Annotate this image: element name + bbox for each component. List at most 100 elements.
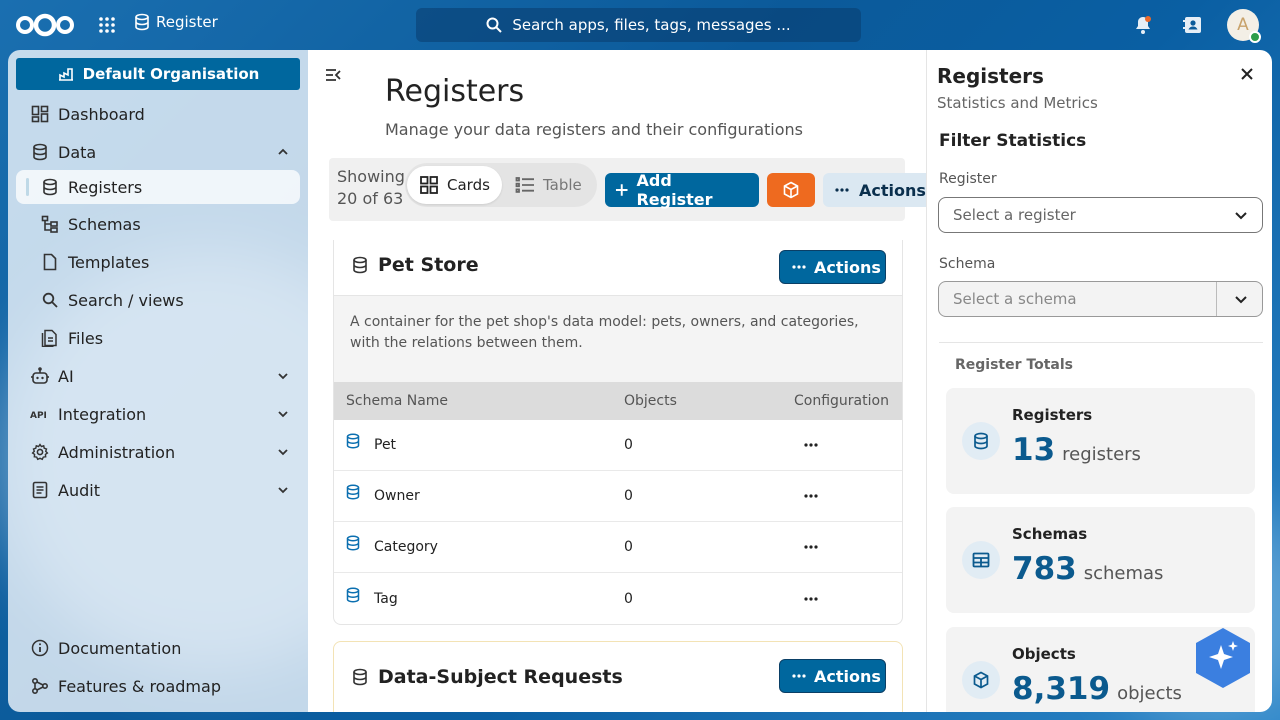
row-more-button[interactable] [804,522,818,572]
toggle-sidebar-icon[interactable] [324,66,342,84]
stat-value: 783 schemas [1012,551,1163,587]
more-horizontal-icon [835,188,849,192]
column-header-schema-name: Schema Name [346,393,449,409]
register-card: Pet Store Actions A container for the pe… [333,240,903,625]
sidebar-item-ai[interactable]: AI [16,359,300,393]
stat-number: 783 [1012,551,1077,587]
chevron-down-icon[interactable] [276,483,290,497]
register-select[interactable]: Select a register [938,197,1263,233]
schema-select-placeholder: Select a schema [953,290,1077,308]
card-actions-button[interactable]: Actions [779,250,886,284]
database-icon [353,668,367,686]
add-register-button[interactable]: Add Register [605,171,759,209]
database-icon [33,143,47,161]
cards-view-button[interactable]: Cards [407,166,502,204]
toolbar: Showing 20 of 63 Cards Table Add Registe… [329,158,926,221]
more-horizontal-icon [804,596,818,601]
sidebar-item-integration[interactable]: API Integration [16,397,300,431]
row-more-button[interactable] [804,471,818,521]
sidebar-item-label: AI [58,366,74,386]
list-icon [515,177,534,193]
global-search[interactable]: Search apps, files, tags, messages ... [416,8,861,42]
sidebar-item-documentation[interactable]: Documentation [16,631,300,665]
stat-label: Schemas [1012,525,1088,543]
schema-name: Tag [374,590,398,607]
table-label: Table [543,176,582,194]
table-row[interactable]: Pet 0 [334,420,902,471]
sidebar-item-administration[interactable]: Administration [16,435,300,469]
sidebar-item-search-views[interactable]: Search / views [16,283,300,317]
card-actions-button[interactable]: Actions [779,659,886,693]
showing-label: Showing [337,167,405,186]
ai-assistant-sparkle-icon[interactable] [1194,627,1252,689]
row-more-button[interactable] [804,573,818,624]
apps-grid-icon[interactable] [98,16,116,34]
notifications-bell-icon[interactable] [1132,14,1154,36]
search-icon [42,292,58,308]
sidebar-item-files[interactable]: Files [16,321,300,355]
contacts-icon[interactable] [1182,14,1204,36]
table-row[interactable]: Category 0 [334,522,902,573]
sidebar-item-schemas[interactable]: Schemas [16,207,300,241]
sidebar-item-registers[interactable]: Registers [16,170,300,204]
schema-filter-label: Schema [939,256,996,272]
sidebar-item-data[interactable]: Data [16,135,300,169]
objects-count: 0 [624,488,633,504]
stat-unit: registers [1062,444,1141,465]
search-placeholder: Search apps, files, tags, messages ... [512,16,791,34]
sidebar-item-templates[interactable]: Templates [16,245,300,279]
sidebar-item-features-roadmap[interactable]: Features & roadmap [16,669,300,703]
toolbar-actions-button[interactable]: Actions [823,173,926,207]
page-subtitle: Manage your data registers and their con… [385,120,803,139]
chevron-down-icon[interactable] [276,369,290,383]
card-title-text: Data-Subject Requests [378,666,623,688]
schema-name: Pet [374,437,397,453]
more-horizontal-icon [804,494,818,498]
top-bar: Register Search apps, files, tags, messa… [0,0,1280,50]
chevron-down-icon[interactable] [276,445,290,459]
objects-count: 0 [624,590,633,607]
table-view-button[interactable]: Table [503,166,594,204]
schema-name-cell: Category [346,522,438,572]
online-status-dot [1249,31,1261,43]
table-row[interactable]: Owner 0 [334,471,902,522]
user-avatar[interactable]: A [1227,9,1261,43]
card-actions-label: Actions [814,666,881,686]
database-icon [346,535,360,551]
chevron-down-icon [1235,296,1247,304]
main-content: Registers Manage your data registers and… [308,50,926,712]
sidebar-item-label: Integration [58,404,147,424]
cards-label: Cards [447,176,490,194]
organisation-button[interactable]: Default Organisation [16,58,300,90]
stat-number: 13 [1012,432,1056,468]
schema-name-cell: Pet [346,420,396,470]
sidebar-item-label: Files [68,328,104,348]
stat-card-registers: Registers 13 registers [946,388,1255,494]
stat-value: 8,319 objects [1012,671,1182,707]
schema-name: Category [374,539,438,555]
stat-label: Registers [1012,406,1093,424]
nextcloud-logo[interactable] [14,12,76,38]
chevron-down-icon[interactable] [276,407,290,421]
panel-subtitle: Statistics and Metrics [937,94,1098,112]
import-button[interactable] [767,173,815,207]
card-title: Data-Subject Requests [352,666,623,688]
sidebar-item-dashboard[interactable]: Dashboard [16,97,300,131]
card-header: Pet Store Actions [334,240,902,296]
showing-value: 20 of 63 [337,189,404,208]
database-icon [353,256,367,274]
register-filter-label: Register [939,171,997,187]
chevron-up-icon[interactable] [276,145,290,159]
dashboard-icon [31,105,49,123]
current-app[interactable]: Register [134,13,218,31]
schema-select[interactable]: Select a schema [938,281,1263,317]
sidebar-item-label: Registers [68,177,143,197]
column-header-objects: Objects [624,393,677,409]
row-more-button[interactable] [804,420,818,470]
sidebar: Default Organisation Dashboard Data Regi… [8,50,308,712]
sidebar-item-audit[interactable]: Audit [16,473,300,507]
table-row[interactable]: Tag 0 [334,573,902,624]
add-register-label: Add Register [636,171,713,209]
column-header-configuration: Configuration [794,393,889,409]
close-icon[interactable] [1239,66,1255,82]
